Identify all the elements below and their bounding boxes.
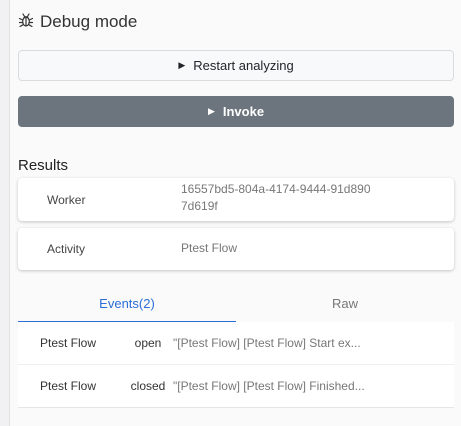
activity-value: Ptest Flow [181,241,238,255]
results-heading: Results [18,157,69,174]
play-triangle-icon: ▶ [178,60,186,70]
play-triangle-icon: ▶ [207,106,215,116]
invoke-button[interactable]: ▶ Invoke [18,96,454,127]
invoke-label: Invoke [222,104,265,119]
debug-panel: Debug mode ▶ Restart analyzing ▶ Invoke … [10,0,461,426]
event-state: open [134,336,162,350]
restart-analyzing-label: Restart analyzing [193,58,294,73]
event-message: "[Ptest Flow] [Ptest Flow] Start ex... [173,336,361,350]
worker-key: Worker [47,192,86,207]
tab-raw[interactable]: Raw [236,284,454,322]
results-tabs: Events(2) Raw [18,284,454,323]
worker-card: Worker 16557bd5-804a-4174-9444-91d8907d6… [18,178,454,221]
event-row[interactable]: Ptest Flow open "[Ptest Flow] [Ptest Flo… [18,322,454,365]
event-name: Ptest Flow [40,336,97,350]
left-border-rail [0,0,10,426]
event-name: Ptest Flow [40,379,97,393]
restart-analyzing-button[interactable]: ▶ Restart analyzing [18,50,454,81]
panel-header: Debug mode [18,10,137,34]
activity-key: Activity [47,242,86,256]
divider [18,407,454,408]
worker-value: 16557bd5-804a-4174-9444-91d8907d619f [181,182,371,213]
panel-title: Debug mode [40,12,138,31]
tab-events[interactable]: Events(2) [18,284,236,323]
event-row[interactable]: Ptest Flow closed "[Ptest Flow] [Ptest F… [18,365,454,407]
bug-icon [18,12,34,33]
event-message: "[Ptest Flow] [Ptest Flow] Finished... [173,379,365,393]
event-state: closed [130,379,166,393]
activity-card: Activity Ptest Flow [18,228,454,270]
